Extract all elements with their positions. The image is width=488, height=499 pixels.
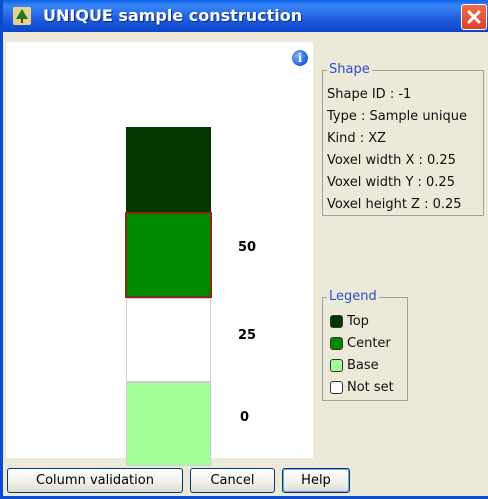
shape-kind-text: Kind : XZ [327, 131, 387, 146]
legend-swatch-not-set [330, 380, 343, 394]
close-button[interactable] [461, 4, 487, 30]
legend-group-title: Legend [327, 289, 379, 304]
legend-swatch-base [330, 358, 343, 372]
help-button[interactable]: Help [282, 468, 350, 493]
legend-item-base: Base [330, 356, 379, 374]
legend-label-not-set: Not set [347, 379, 394, 395]
sample-canvas[interactable]: 50 25 0 [6, 42, 313, 466]
shape-type-text: Type : Sample unique [327, 109, 467, 124]
height-label-50: 50 [238, 240, 257, 255]
legend-label-top: Top [347, 313, 369, 329]
voxel-top[interactable] [126, 127, 211, 212]
legend-group: Legend Top Center Base Not set [322, 289, 408, 401]
dialog-window: UNIQUE sample construction 50 25 0 i Sha… [0, 0, 488, 499]
voxel-not-set[interactable] [126, 298, 211, 382]
legend-label-base: Base [347, 357, 379, 373]
info-icon[interactable]: i [292, 50, 308, 66]
legend-item-center: Center [330, 334, 391, 352]
height-label-25: 25 [238, 328, 257, 343]
shape-id-text: Shape ID : -1 [327, 87, 412, 102]
voxel-base[interactable] [126, 382, 211, 466]
legend-item-not-set: Not set [330, 378, 394, 396]
shape-group-title: Shape [327, 62, 372, 77]
legend-swatch-center [330, 336, 343, 350]
legend-item-top: Top [330, 312, 369, 330]
legend-swatch-top [330, 314, 343, 328]
legend-label-center: Center [347, 335, 391, 351]
voxel-width-x-text: Voxel width X : 0.25 [327, 153, 456, 168]
voxel-center[interactable] [125, 212, 212, 298]
voxel-height-z-text: Voxel height Z : 0.25 [327, 197, 462, 212]
window-title: UNIQUE sample construction [43, 6, 303, 25]
cancel-button[interactable]: Cancel [190, 468, 275, 493]
title-bar[interactable]: UNIQUE sample construction [3, 0, 488, 32]
shape-group: Shape Shape ID : -1 Type : Sample unique… [322, 62, 484, 216]
tree-icon [13, 7, 31, 25]
close-icon [467, 10, 481, 24]
voxel-width-y-text: Voxel width Y : 0.25 [327, 175, 455, 190]
column-validation-button[interactable]: Column validation [7, 468, 183, 493]
height-label-0: 0 [240, 410, 250, 425]
